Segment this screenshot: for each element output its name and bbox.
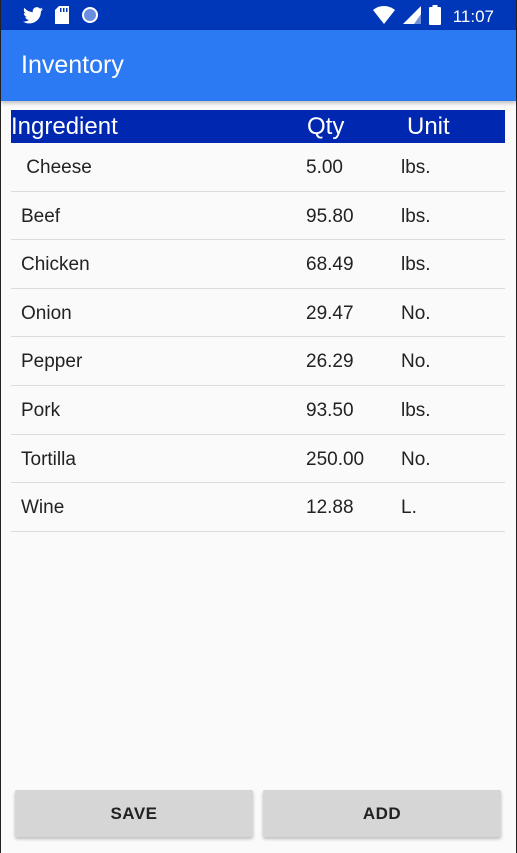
page-title: Inventory bbox=[21, 51, 124, 79]
save-button[interactable]: SAVE bbox=[15, 790, 253, 837]
table-row[interactable]: Pork 93.50 lbs. bbox=[11, 386, 505, 435]
table-header: Ingredient Qty Unit bbox=[11, 110, 505, 143]
add-button[interactable]: ADD bbox=[263, 790, 501, 837]
table-row[interactable]: Onion 29.47 No. bbox=[11, 289, 505, 338]
table-row[interactable]: Tortilla 250.00 No. bbox=[11, 435, 505, 484]
action-buttons: SAVE ADD bbox=[15, 790, 501, 838]
status-bar: 11:07 bbox=[1, 0, 516, 30]
ingredient-qty: 68.49 bbox=[306, 254, 354, 276]
ingredient-name: Tortilla bbox=[21, 448, 76, 470]
ingredient-unit: lbs. bbox=[401, 399, 431, 421]
ingredient-unit: No. bbox=[401, 351, 431, 373]
sd-card-icon bbox=[55, 6, 69, 28]
signal-icon bbox=[402, 6, 421, 28]
header-ingredient: Ingredient bbox=[11, 113, 118, 140]
system-icons: 11:07 bbox=[372, 5, 494, 29]
ingredient-qty: 29.47 bbox=[306, 302, 354, 324]
notification-icons bbox=[23, 6, 99, 28]
sync-circle-icon bbox=[81, 6, 99, 28]
ingredient-qty: 93.50 bbox=[306, 399, 354, 421]
table-row[interactable]: Chicken 68.49 lbs. bbox=[11, 240, 505, 289]
header-unit: Unit bbox=[407, 113, 450, 140]
ingredient-qty: 250.00 bbox=[306, 448, 365, 470]
header-qty: Qty bbox=[307, 113, 345, 140]
table-row[interactable]: Cheese 5.00 lbs. bbox=[11, 143, 505, 192]
app-bar: Inventory bbox=[1, 30, 516, 101]
ingredient-name: Wine bbox=[21, 497, 65, 519]
ingredient-qty: 26.29 bbox=[306, 351, 354, 373]
wifi-icon bbox=[372, 6, 395, 28]
inventory-table: Ingredient Qty Unit Cheese 5.00 lbs. Bee… bbox=[11, 110, 505, 532]
ingredient-unit: L. bbox=[401, 497, 417, 519]
ingredient-qty: 95.80 bbox=[306, 205, 354, 227]
table-row[interactable]: Pepper 26.29 No. bbox=[11, 337, 505, 386]
ingredient-unit: lbs. bbox=[401, 254, 431, 276]
ingredient-name: Pepper bbox=[21, 351, 83, 373]
ingredient-unit: No. bbox=[401, 448, 431, 470]
ingredient-unit: lbs. bbox=[401, 157, 431, 178]
ingredient-qty: 12.88 bbox=[306, 497, 354, 519]
battery-icon bbox=[428, 5, 441, 29]
clock-time: 11:07 bbox=[452, 7, 494, 26]
ingredient-name: Pork bbox=[21, 399, 61, 421]
table-row[interactable]: Wine 12.88 L. bbox=[11, 483, 505, 532]
table-row[interactable]: Beef 95.80 lbs. bbox=[11, 192, 505, 241]
ingredient-unit: No. bbox=[401, 302, 431, 324]
ingredient-unit: lbs. bbox=[401, 205, 431, 227]
ingredient-name: Cheese bbox=[21, 157, 92, 178]
ingredient-name: Chicken bbox=[21, 254, 90, 276]
ingredient-qty: 5.00 bbox=[306, 157, 343, 178]
twitter-icon bbox=[23, 6, 43, 28]
ingredient-name: Beef bbox=[21, 205, 61, 227]
ingredient-name: Onion bbox=[21, 302, 72, 324]
